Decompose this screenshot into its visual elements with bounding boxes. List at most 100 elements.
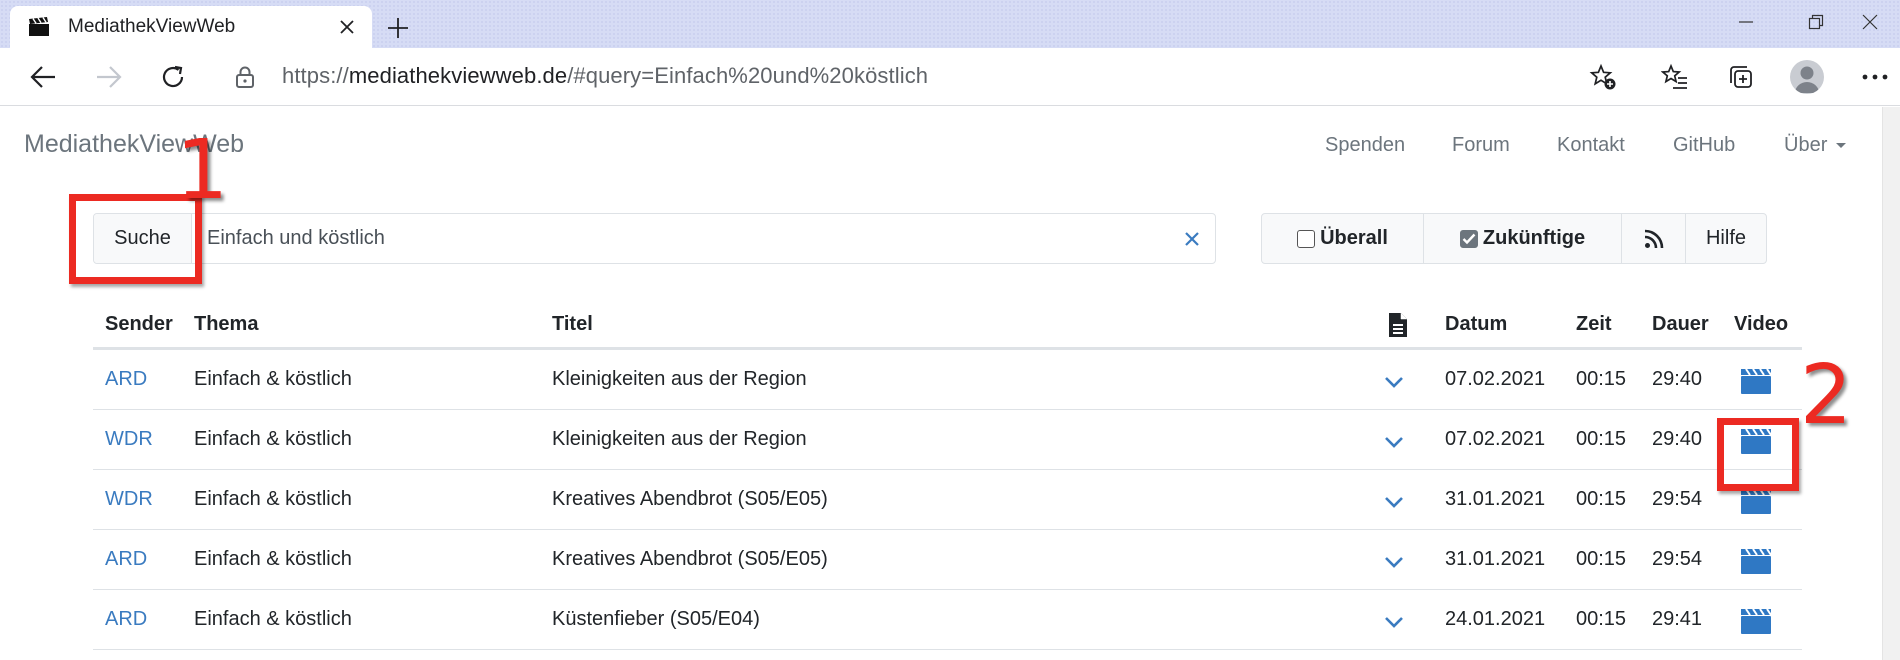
row-thema[interactable]: Einfach & köstlich [194,488,352,511]
profile-avatar[interactable] [1790,60,1824,94]
arrow-right-icon [97,66,122,88]
page-scrollbar[interactable] [1882,107,1900,660]
row-dauer: 29:54 [1652,488,1703,510]
table-row: WDR Einfach & köstlich Kreatives Abendbr… [93,470,1802,530]
nav-ueber-label: Über [1784,134,1828,156]
reload-button[interactable] [150,54,196,100]
table-row: ARD Einfach & köstlich Kreatives Abendbr… [93,530,1802,590]
nav-ueber-dropdown[interactable]: Über [1784,134,1847,157]
video-clapperboard-icon[interactable] [1740,547,1772,575]
minimize-button[interactable] [1716,0,1776,44]
option-everywhere[interactable]: Überall [1262,214,1424,263]
url-field[interactable]: https://mediathekviewweb.de/#query=Einfa… [282,63,928,89]
tab-title: MediathekViewWeb [68,16,236,37]
row-zeit: 00:15 [1576,428,1627,450]
nav-forum[interactable]: Forum [1452,134,1510,157]
collections-button[interactable] [1718,54,1764,100]
forward-button[interactable] [86,54,132,100]
row-datum: 31.01.2021 [1445,548,1546,570]
video-clapperboard-icon[interactable] [1740,487,1772,515]
rss-icon [1644,229,1663,248]
expand-chevron-icon[interactable] [1382,370,1406,394]
search-options: Überall Zukünftige Hilfe [1261,213,1767,264]
expand-chevron-icon[interactable] [1382,610,1406,634]
header-zeit[interactable]: Zeit [1576,313,1612,336]
header-titel[interactable]: Titel [552,313,593,336]
close-window-button[interactable] [1840,0,1900,44]
minimize-icon [1739,21,1753,23]
browser-tab-strip: MediathekViewWeb [0,0,1900,48]
row-sender-link[interactable]: WDR [105,428,153,451]
nav-kontakt[interactable]: Kontakt [1557,134,1625,157]
row-titel: Küstenfieber (S05/E04) [552,608,760,630]
expand-chevron-icon[interactable] [1382,430,1406,454]
help-button[interactable]: Hilfe [1686,214,1766,263]
row-sender-link[interactable]: WDR [105,488,153,511]
header-datum[interactable]: Datum [1445,313,1507,336]
option-future-label: Zukünftige [1482,227,1586,249]
url-scheme: https:// [282,63,349,88]
address-bar: https://mediathekviewweb.de/#query=Einfa… [0,48,1900,106]
row-sender-link[interactable]: ARD [105,548,147,571]
nav-spenden[interactable]: Spenden [1325,134,1405,157]
checkbox-future[interactable] [1459,229,1478,248]
check-icon [1462,233,1476,244]
reload-icon [162,65,184,88]
nav-github[interactable]: GitHub [1673,134,1735,157]
row-zeit: 00:15 [1576,608,1627,630]
new-tab-button[interactable] [378,8,418,48]
close-icon [340,20,354,34]
clear-search-button[interactable] [1169,214,1215,263]
expand-chevron-icon[interactable] [1382,550,1406,574]
row-datum: 24.01.2021 [1445,608,1546,630]
rss-button[interactable] [1622,214,1686,263]
tab-close-button[interactable] [330,10,364,44]
row-thema[interactable]: Einfach & köstlich [194,368,352,391]
lock-icon[interactable] [232,64,258,90]
row-thema[interactable]: Einfach & köstlich [194,608,352,631]
row-dauer: 29:54 [1652,548,1703,570]
header-sender[interactable]: Sender [105,313,173,336]
back-button[interactable] [20,54,66,100]
description-icon [1389,313,1407,337]
plus-icon [388,18,408,38]
table-row: ARD Einfach & köstlich Küstenfieber (S05… [93,590,1802,650]
row-thema[interactable]: Einfach & köstlich [194,548,352,571]
video-clapperboard-icon[interactable] [1740,607,1772,635]
row-zeit: 00:15 [1576,368,1627,390]
video-clapperboard-icon[interactable] [1740,367,1772,395]
more-menu-button[interactable] [1852,54,1898,100]
row-dauer: 29:40 [1652,428,1703,450]
close-icon [1862,14,1878,30]
row-dauer: 29:41 [1652,608,1703,630]
results-table: Sender Thema Titel Datum Zeit Dauer Vide… [93,301,1802,650]
option-future[interactable]: Zukünftige [1424,214,1622,263]
row-titel: Kreatives Abendbrot (S05/E05) [552,548,828,570]
row-titel: Kreatives Abendbrot (S05/E05) [552,488,828,510]
header-dauer[interactable]: Dauer [1652,313,1709,336]
row-dauer: 29:40 [1652,368,1703,390]
expand-chevron-icon[interactable] [1382,490,1406,514]
close-icon [1185,231,1199,246]
row-titel: Kleinigkeiten aus der Region [552,368,807,390]
row-datum: 07.02.2021 [1445,368,1546,390]
annotation-number-2: 2 [1800,348,1853,443]
row-sender-link[interactable]: ARD [105,368,147,391]
table-row: ARD Einfach & köstlich Kleinigkeiten aus… [93,350,1802,410]
row-sender-link[interactable]: ARD [105,608,147,631]
browser-tab[interactable]: MediathekViewWeb [10,6,372,48]
clapperboard-icon [29,17,49,36]
maximize-button[interactable] [1786,0,1846,44]
search-bar: Suche [93,213,1216,264]
header-thema[interactable]: Thema [194,313,258,336]
add-favorite-button[interactable] [1580,54,1626,100]
arrow-left-icon [30,66,55,88]
row-thema[interactable]: Einfach & köstlich [194,428,352,451]
url-path: /#query=Einfach%20und%20köstlich [567,63,929,88]
row-zeit: 00:15 [1576,548,1627,570]
row-datum: 31.01.2021 [1445,488,1546,510]
checkbox-everywhere[interactable] [1297,229,1316,248]
search-input[interactable] [192,214,1169,263]
favorites-button[interactable] [1652,54,1698,100]
url-host: mediathekviewweb.de [348,63,568,88]
